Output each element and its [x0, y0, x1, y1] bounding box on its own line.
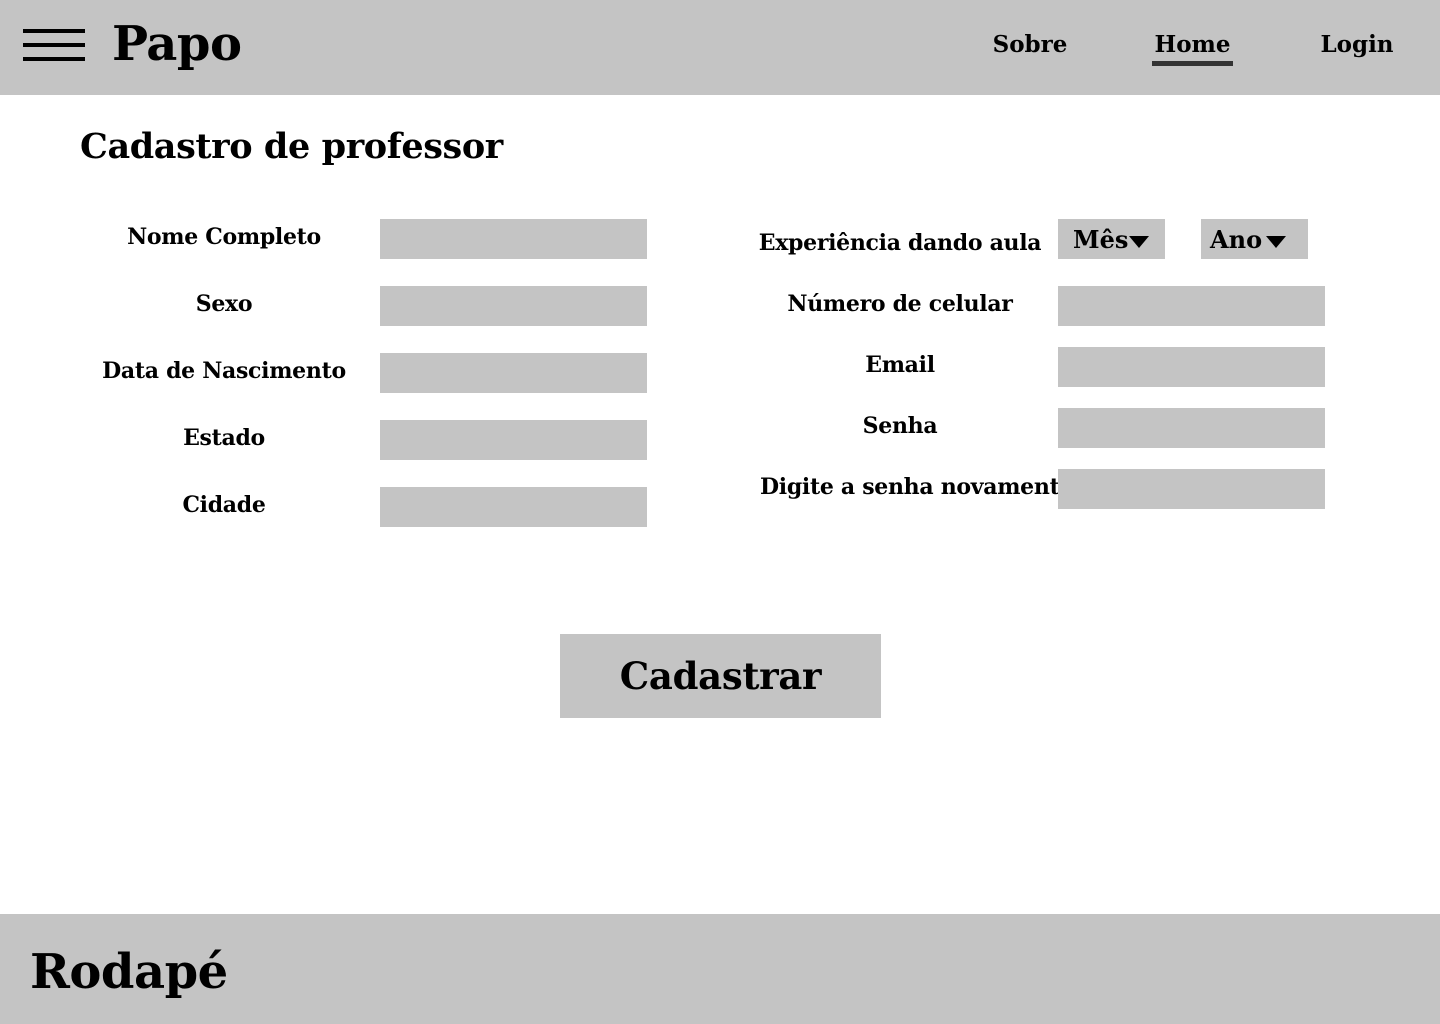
estado-label: Estado	[183, 425, 265, 451]
cidade-input[interactable]	[380, 487, 647, 527]
data-nascimento-label: Data de Nascimento	[102, 358, 346, 384]
data-nascimento-input[interactable]	[380, 353, 647, 393]
top-header: Papo Sobre Home Login	[0, 0, 1440, 95]
nav-link-home[interactable]: Home	[1152, 28, 1233, 62]
senha-label: Senha	[862, 413, 938, 439]
ano-select[interactable]: Ano	[1201, 219, 1308, 259]
nome-completo-input[interactable]	[380, 219, 647, 259]
mes-select-value: Mês	[1073, 225, 1129, 254]
ano-dropdown-icon	[1266, 236, 1286, 248]
sexo-input[interactable]	[380, 286, 647, 326]
senha-confirm-input[interactable]	[1058, 469, 1325, 509]
nome-completo-label: Nome Completo	[127, 224, 321, 250]
experiencia-label: Experiência dando aula	[758, 230, 1042, 256]
nav-link-sobre[interactable]: Sobre	[989, 28, 1071, 62]
email-input[interactable]	[1058, 347, 1325, 387]
hamburger-menu-icon[interactable]	[23, 27, 85, 63]
ano-select-value: Ano	[1210, 225, 1263, 254]
senha-confirm-label: Digite a senha novamente	[760, 474, 1074, 500]
cidade-label: Cidade	[182, 492, 266, 518]
sexo-label: Sexo	[195, 291, 253, 317]
celular-input[interactable]	[1058, 286, 1325, 326]
nav-link-login[interactable]: Login	[1318, 28, 1396, 62]
mes-dropdown-icon	[1129, 236, 1149, 248]
senha-input[interactable]	[1058, 408, 1325, 448]
celular-label: Número de celular	[787, 291, 1013, 317]
footer-title: Rodapé	[30, 944, 228, 1000]
active-nav-underline	[1152, 61, 1233, 66]
email-label: Email	[865, 352, 935, 378]
page-title: Cadastro de professor	[80, 126, 503, 167]
footer: Rodapé	[0, 914, 1440, 1024]
mes-select[interactable]: Mês	[1058, 219, 1165, 259]
estado-input[interactable]	[380, 420, 647, 460]
brand-logo[interactable]: Papo	[112, 14, 242, 74]
cadastrar-button[interactable]: Cadastrar	[560, 634, 881, 718]
